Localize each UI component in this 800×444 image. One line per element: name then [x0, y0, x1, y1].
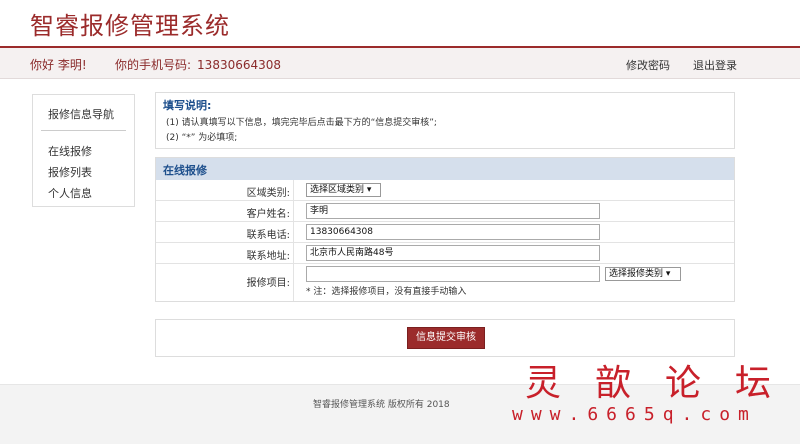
sidebar-nav: 报修信息导航 在线报修 报修列表 个人信息	[32, 94, 135, 207]
form-row-repair-item: 报修项目: 选择报修类别 ▾ * 注：选择报修项目，没有直接手动输入	[156, 264, 734, 300]
customer-name-label: 客户姓名:	[246, 209, 290, 220]
form-row-phone: 联系电话: 13830664308	[156, 222, 734, 243]
watermark-title: 灵歆论坛	[525, 363, 800, 404]
change-password-link[interactable]: 修改密码	[626, 57, 670, 73]
repair-category-select[interactable]: 选择报修类别 ▾	[605, 267, 681, 281]
repair-item-input[interactable]	[306, 266, 600, 282]
sidebar-divider	[41, 130, 126, 131]
customer-name-input[interactable]: 李明	[306, 203, 600, 219]
top-header: 智睿报修管理系统	[0, 0, 800, 46]
instructions-line: (1) 请认真填写以下信息，填完完毕后点击最下方的“信息提交审核”;	[166, 118, 437, 128]
contact-address-label: 联系地址:	[246, 251, 290, 262]
sidebar-item-profile[interactable]: 个人信息	[48, 185, 92, 201]
sidebar-item-repair-list[interactable]: 报修列表	[48, 164, 92, 180]
logout-link[interactable]: 退出登录	[693, 57, 737, 73]
app-title: 智睿报修管理系统	[30, 12, 230, 40]
instructions-title: 填写说明:	[163, 99, 212, 112]
phone-value: 13830664308	[197, 58, 282, 72]
contact-phone-label: 联系电话:	[246, 230, 290, 241]
instructions-line: (2) “*” 为必填项;	[166, 133, 238, 143]
phone-label: 你的手机号码:	[115, 58, 192, 72]
contact-address-input[interactable]: 北京市人民南路48号	[306, 245, 600, 261]
watermark-url: www.6665q.com	[512, 404, 757, 425]
submit-panel: 信息提交审核	[155, 319, 735, 357]
copyright-text: 智睿报修管理系统 版权所有 2018	[313, 400, 450, 410]
form-row-address: 联系地址: 北京市人民南路48号	[156, 243, 734, 264]
sidebar-title: 报修信息导航	[48, 108, 114, 121]
main-content: 报修信息导航 在线报修 报修列表 个人信息 填写说明: (1) 请认真填写以下信…	[0, 79, 800, 384]
region-select[interactable]: 选择区域类别 ▾	[306, 183, 381, 197]
instructions-panel: 填写说明: (1) 请认真填写以下信息，填完完毕后点击最下方的“信息提交审核”;…	[155, 92, 735, 149]
sidebar-item-online-repair[interactable]: 在线报修	[48, 143, 92, 159]
greeting-text: 你好 李明!	[30, 58, 87, 72]
user-phone: 你的手机号码: 13830664308	[115, 56, 281, 73]
submit-review-button[interactable]: 信息提交审核	[407, 327, 485, 349]
form-row-name: 客户姓名: 李明	[156, 201, 734, 222]
form-header: 在线报修	[156, 158, 734, 180]
repair-item-note: * 注：选择报修项目，没有直接手动输入	[306, 287, 467, 297]
form-row-region: 区域类别: 选择区域类别 ▾	[156, 180, 734, 201]
user-bar: 你好 李明! 你的手机号码: 13830664308 修改密码 退出登录	[0, 48, 800, 79]
contact-phone-input[interactable]: 13830664308	[306, 224, 600, 240]
form-heading: 在线报修	[163, 164, 207, 177]
repair-form: 在线报修 区域类别: 选择区域类别 ▾ 客户姓名: 李明 联系电话: 13830…	[155, 157, 735, 302]
repair-item-label: 报修项目:	[246, 278, 290, 289]
region-label: 区域类别:	[246, 188, 290, 199]
